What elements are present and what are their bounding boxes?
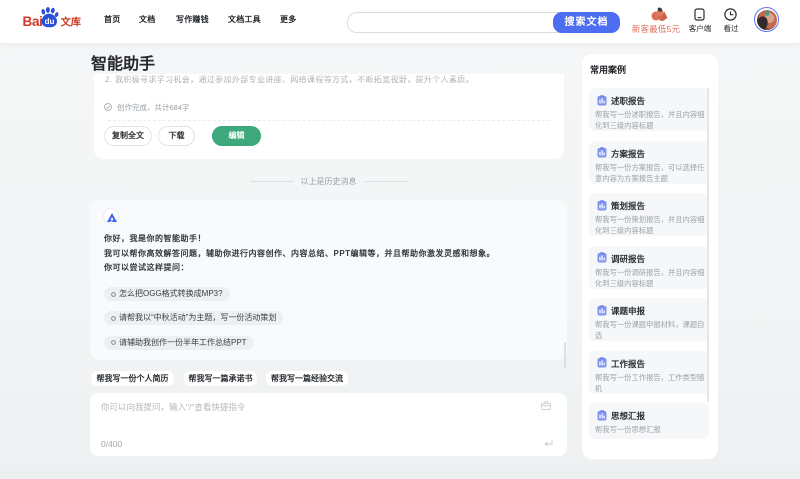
svg-text:du: du <box>45 17 55 26</box>
svg-text:文库: 文库 <box>60 14 81 29</box>
svg-text:Bai: Bai <box>23 14 43 29</box>
